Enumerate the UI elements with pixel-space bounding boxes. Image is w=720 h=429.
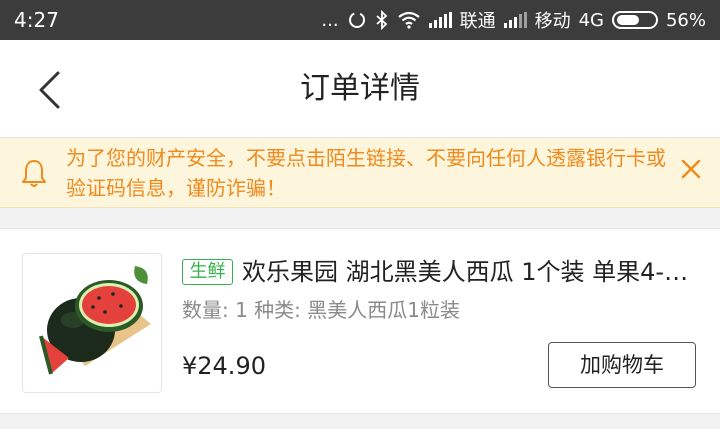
add-to-cart-button[interactable]: 加购物车 [548, 342, 696, 388]
security-notice: 为了您的财产安全，不要点击陌生链接、不要向任何人透露银行卡或验证码信息，谨防诈骗… [0, 138, 720, 208]
order-item-card[interactable]: 生鲜 欢乐果园 湖北黑美人西瓜 1个装 单果4-6斤 数量: 1 种类: 黑美人… [0, 228, 720, 414]
close-icon[interactable] [680, 158, 702, 180]
status-right: ... 联通 移动 4G 56% [321, 7, 706, 33]
network-type: 4G [578, 9, 604, 31]
bell-icon [22, 160, 46, 187]
product-spec: 数量: 1 种类: 黑美人西瓜1粒装 [182, 298, 460, 322]
product-image[interactable] [22, 253, 162, 393]
fresh-tag: 生鲜 [182, 259, 233, 285]
battery-level: 56% [665, 9, 706, 31]
watermelon-image [23, 254, 161, 392]
signal-icon-2 [503, 12, 527, 28]
status-bar: 4:27 ... 联通 移动 4G 56% [0, 0, 720, 40]
status-time: 4:27 [14, 8, 59, 32]
product-name[interactable]: 欢乐果园 湖北黑美人西瓜 1个装 单果4-6斤 [242, 255, 694, 289]
bluetooth-icon [375, 10, 387, 30]
notice-text: 为了您的财产安全，不要点击陌生链接、不要向任何人透露银行卡或验证码信息，谨防诈骗… [66, 146, 666, 200]
back-chevron-icon[interactable] [36, 70, 64, 110]
product-price: ¥24.90 [182, 352, 266, 380]
page-title: 订单详情 [300, 71, 420, 106]
sync-icon [348, 12, 365, 28]
carrier-2: 移动 [534, 11, 571, 32]
more-dots: ... [321, 9, 339, 31]
battery-icon [611, 11, 658, 29]
carrier-1: 联通 [459, 11, 496, 32]
wifi-icon [397, 11, 420, 29]
signal-icon [428, 12, 452, 28]
page-header: 订单详情 [0, 40, 720, 138]
